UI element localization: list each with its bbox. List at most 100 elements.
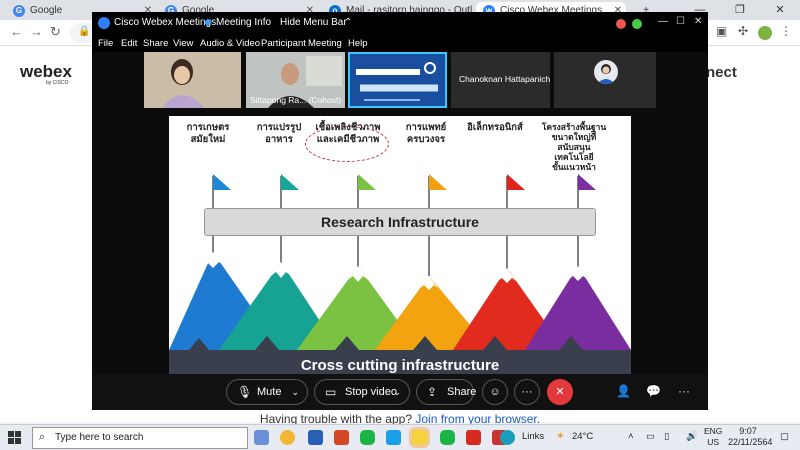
menu-meeting[interactable]: Meeting <box>308 38 342 49</box>
shared-slide: การเกษตร สมัยใหม่ การแปรรูป อาหาร เชื้อเ… <box>169 116 631 382</box>
stop-video-label: Stop video <box>345 386 397 398</box>
menu-edit[interactable]: Edit <box>121 38 137 49</box>
hide-menu-bar-button[interactable]: Hide Menu Bar <box>280 17 347 28</box>
chevron-down-icon[interactable]: ⌄ <box>291 380 299 404</box>
stop-video-button[interactable]: ▭ Stop video ⌄ <box>314 379 410 405</box>
mute-label: Mute <box>257 386 282 398</box>
cisco-sub-logo: by CISCO <box>46 80 69 86</box>
weather-temp[interactable]: 24°C <box>572 431 593 442</box>
chevron-up-icon[interactable]: ⌃ <box>344 17 352 28</box>
slide-graphic <box>169 174 631 352</box>
meeting-info-button[interactable]: Meeting Info <box>216 17 271 28</box>
chevron-up-icon[interactable]: ˄ <box>628 431 634 442</box>
shield-icon: ◆ <box>204 17 212 28</box>
maximize-icon[interactable]: ❐ <box>720 0 760 20</box>
microphone-icon: 🎙 <box>237 385 253 399</box>
more-options-button[interactable]: ··· <box>514 379 540 405</box>
language-indicator[interactable]: ENG US <box>704 426 722 448</box>
puzzle-icon[interactable]: ✣ <box>738 24 748 38</box>
participant-silhouette <box>144 52 241 108</box>
zoom-icon[interactable] <box>386 430 401 445</box>
volume-icon[interactable]: 🔊 <box>686 431 698 442</box>
menu-file[interactable]: File <box>98 38 113 49</box>
webex-taskbar-icon[interactable] <box>500 430 515 445</box>
clock-time: 9:07 <box>739 426 757 436</box>
webex-logo: webex <box>20 62 72 81</box>
tab-label: Google <box>30 5 63 16</box>
menu-audio-video[interactable]: Audio & Video <box>200 38 260 49</box>
flag-4 <box>429 174 447 190</box>
taskbar: ⌕ Type here to search Links ☀ 24°C ˄ ▭ ▯… <box>0 424 800 450</box>
sticky-notes-icon[interactable] <box>409 427 430 448</box>
participant-video-5[interactable] <box>554 52 656 108</box>
participants-icon[interactable]: 👤 <box>616 384 631 398</box>
mountains <box>169 252 631 350</box>
share-button[interactable]: ⇪ Share <box>416 379 476 405</box>
avatar[interactable] <box>758 26 772 40</box>
participant-video-1[interactable] <box>144 52 241 108</box>
connectivity-icon <box>632 19 642 29</box>
end-call-button[interactable]: ✕ <box>547 379 573 405</box>
meeting-titlebar: Cisco Webex Meetings ◆ Meeting Info Hide… <box>92 12 708 36</box>
acrobat-icon[interactable] <box>466 430 481 445</box>
flag-2 <box>281 174 299 190</box>
menu-help[interactable]: Help <box>348 38 368 49</box>
search-placeholder: Type here to search <box>55 432 144 443</box>
participant-video-3[interactable] <box>348 52 447 108</box>
maximize-icon[interactable]: ☐ <box>676 16 685 27</box>
clock-date: 22/11/2564 <box>728 437 773 447</box>
menu-share[interactable]: Share <box>143 38 168 49</box>
mute-button[interactable]: 🎙 Mute ⌄ <box>226 379 308 405</box>
network-icon[interactable]: ▭ <box>646 431 655 442</box>
minimize-icon[interactable]: — <box>658 16 668 27</box>
line-icon[interactable] <box>440 430 455 445</box>
meeting-controls: 🎙 Mute ⌄ ▭ Stop video ⌄ ⇪ Share ☺ ··· ✕ … <box>92 374 708 410</box>
flag-6 <box>578 174 596 190</box>
recording-icon <box>616 19 626 29</box>
google-icon: G <box>13 5 25 17</box>
region-code: US <box>707 437 720 447</box>
taskbar-clock[interactable]: 9:07 22/11/2564 <box>728 426 773 448</box>
participant-video-2[interactable]: Sittapong Ra... (Cohost) <box>246 52 345 108</box>
flag-3 <box>358 174 376 190</box>
reactions-icon[interactable]: ☺ <box>482 379 508 405</box>
word-icon[interactable] <box>308 430 323 445</box>
links-toolbar[interactable]: Links <box>522 431 544 442</box>
close-window-icon[interactable]: ✕ <box>760 0 800 20</box>
webex-meeting-window: Cisco Webex Meetings ◆ Meeting Info Hide… <box>92 12 708 410</box>
extension-icon[interactable]: ▣ <box>716 24 727 38</box>
calculator-icon[interactable] <box>254 430 269 445</box>
line-icon[interactable] <box>360 430 375 445</box>
research-infrastructure-bar: Research Infrastructure <box>204 208 596 236</box>
forward-icon[interactable]: → <box>30 24 43 39</box>
close-icon[interactable]: ✕ <box>694 16 702 27</box>
weather-icon: ☀ <box>556 431 565 442</box>
notifications-icon[interactable]: ▢ <box>780 431 789 442</box>
window-title: Cisco Webex Meetings <box>114 17 217 28</box>
share-screen-icon: ⇪ <box>427 385 438 399</box>
chat-icon[interactable]: 💬 <box>646 384 661 398</box>
avatar <box>594 60 618 84</box>
webex-logo-icon <box>98 17 110 29</box>
lock-icon: 🔒 <box>78 26 91 37</box>
nstda-logo-icon <box>350 54 445 106</box>
menu-icon[interactable]: ⋮ <box>780 24 792 38</box>
reload-icon[interactable]: ↻ <box>50 24 61 40</box>
chrome-icon[interactable] <box>280 430 295 445</box>
back-icon[interactable]: ← <box>10 24 23 39</box>
participant-video-4[interactable]: Chanoknan Hattapanichaporn <box>451 52 550 108</box>
taskbar-search[interactable]: ⌕ Type here to search <box>32 427 248 449</box>
chevron-down-icon[interactable]: ⌄ <box>393 380 401 404</box>
menu-view[interactable]: View <box>173 38 193 49</box>
screen: G Google ✕ G Google ✕ o Mail - rasitorn … <box>0 0 800 450</box>
more-icon[interactable]: ··· <box>678 384 690 398</box>
camera-icon: ▭ <box>325 385 337 399</box>
search-icon: ⌕ <box>39 431 46 443</box>
windows-start-icon[interactable] <box>8 431 22 445</box>
language-code: ENG <box>704 426 723 436</box>
powerpoint-icon[interactable] <box>334 430 349 445</box>
flags <box>213 174 596 190</box>
menu-participant[interactable]: Participant <box>261 38 306 49</box>
battery-icon[interactable]: ▯ <box>664 431 669 442</box>
meeting-menubar: File Edit Share View Audio & Video Parti… <box>92 36 708 52</box>
